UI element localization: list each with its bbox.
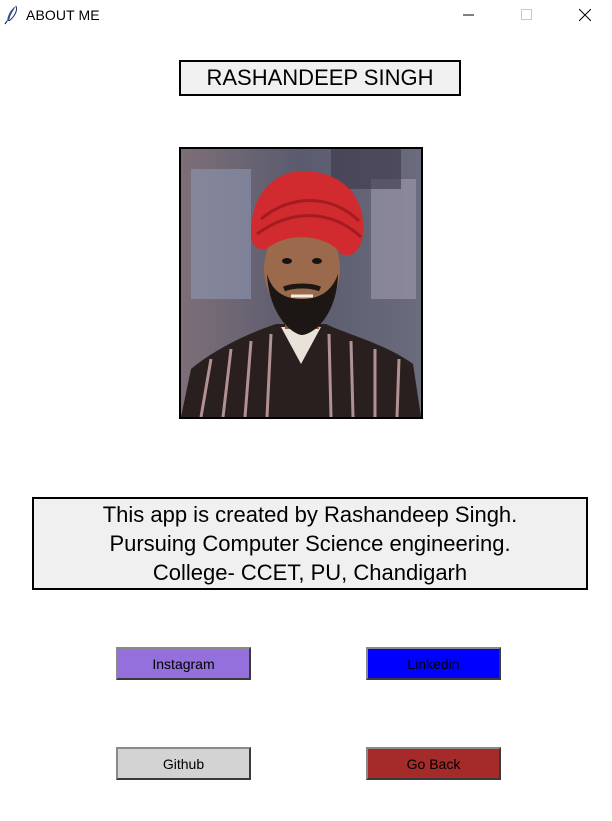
close-icon [579, 9, 591, 21]
about-line-1: This app is created by Rashandeep Singh. [102, 502, 518, 527]
maximize-icon [521, 9, 532, 20]
feather-icon [4, 5, 20, 25]
go-back-button[interactable]: Go Back [366, 747, 501, 780]
close-button[interactable] [562, 0, 608, 30]
window-title: ABOUT ME [26, 7, 100, 23]
minimize-icon [463, 14, 474, 16]
maximize-button[interactable] [504, 0, 550, 30]
github-button[interactable]: Github [116, 747, 251, 780]
about-line-3: College- CCET, PU, Chandigarh [152, 560, 468, 585]
about-text-box: This app is created by Rashandeep Singh.… [32, 497, 588, 590]
profile-photo [179, 147, 423, 419]
instagram-button[interactable]: Instagram [116, 647, 251, 680]
minimize-button[interactable] [446, 0, 492, 30]
linkedin-button[interactable]: Linkedin [366, 647, 501, 680]
window-titlebar[interactable]: ABOUT ME [0, 0, 612, 30]
about-line-2: Pursuing Computer Science engineering. [109, 531, 511, 556]
name-heading: RASHANDEEP SINGH [179, 60, 461, 96]
